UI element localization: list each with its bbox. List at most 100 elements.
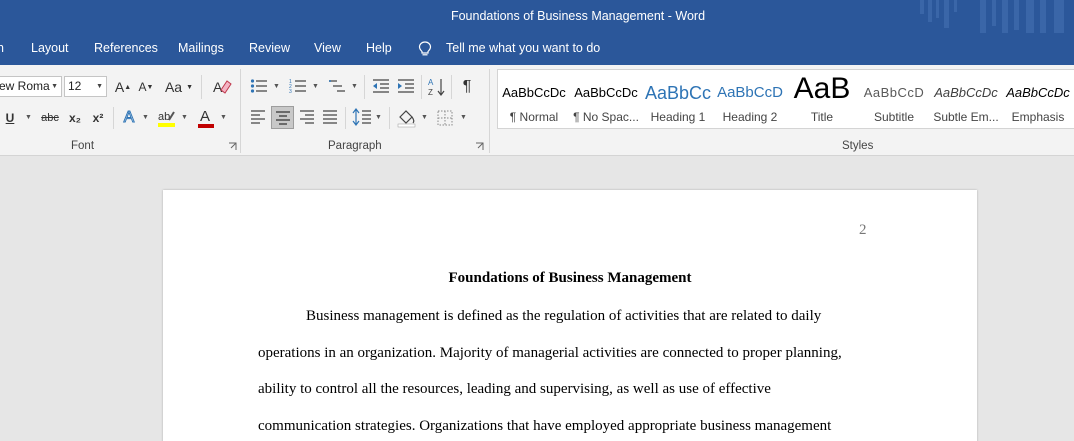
chevron-down-icon[interactable]: ▼ (351, 83, 358, 90)
change-case-button[interactable]: Aa ▼ (164, 77, 194, 97)
chevron-down-icon[interactable]: ▼ (220, 114, 227, 121)
align-center-button[interactable] (271, 106, 294, 129)
grow-font-button[interactable]: A ▲ (114, 77, 132, 97)
strikethrough-button[interactable]: abc (39, 108, 61, 128)
style-name: ¶ No Spac... (573, 110, 639, 124)
style-preview: AaBbCc (644, 83, 712, 103)
group-divider (240, 69, 241, 153)
style-subtle-emphasis[interactable]: AaBbCcDc Subtle Em... (930, 70, 1002, 128)
decrease-indent-icon[interactable] (372, 78, 390, 94)
style-heading-2[interactable]: AaBbCcD Heading 2 (714, 70, 786, 128)
multilevel-list-icon[interactable] (328, 78, 346, 94)
ribbon: ew Roma ▼ 12 ▼ A ▲ A ▼ Aa ▼ A U ▼ abc x₂ x² A… (0, 65, 1074, 156)
divider (389, 107, 390, 129)
grow-font-label: A (114, 79, 125, 95)
style-title[interactable]: AaB Title (786, 70, 858, 128)
style-name: Emphasis (1011, 110, 1065, 124)
chevron-down-icon[interactable]: ▼ (96, 77, 103, 96)
divider (364, 75, 365, 99)
sort-icon[interactable]: A Z (428, 77, 446, 97)
justify-icon[interactable] (322, 110, 338, 124)
style-preview: AaB (793, 72, 851, 105)
shrink-font-label: A (138, 80, 147, 94)
style-name: Heading 1 (650, 110, 706, 124)
chevron-down-icon[interactable]: ▼ (312, 83, 319, 90)
style-preview: AaBbCcDc (502, 85, 566, 100)
ribbon-tabs: n Layout References Mailings Review View… (0, 33, 1074, 65)
dialog-launcher-icon[interactable] (228, 142, 237, 151)
style-name: Title (810, 110, 834, 124)
align-center-icon (276, 111, 290, 125)
chevron-down-icon[interactable]: ▼ (273, 83, 280, 90)
svg-text:3: 3 (289, 89, 292, 94)
chevron-down-icon[interactable]: ▼ (460, 114, 467, 121)
group-divider (489, 69, 490, 153)
subscript-button[interactable]: x₂ (66, 108, 84, 128)
shrink-font-button[interactable]: A ▼ (137, 77, 155, 97)
clear-formatting-icon[interactable]: A (212, 78, 232, 96)
tab-review[interactable]: Review (249, 33, 290, 65)
show-formatting-marks-button[interactable]: ¶ (458, 77, 476, 97)
text-effects-button[interactable]: A (120, 108, 138, 128)
numbering-icon[interactable]: 1 2 3 (289, 78, 307, 94)
dialog-launcher-icon[interactable] (475, 142, 484, 151)
style-preview: AaBbCcDc (1006, 85, 1070, 100)
font-size-combo[interactable]: 12 ▼ (64, 76, 107, 97)
tab-design[interactable]: n (0, 33, 4, 65)
style-preview: AaBbCcD (717, 84, 783, 101)
style-heading-1[interactable]: AaBbCc Heading 1 (642, 70, 714, 128)
underline-button[interactable]: U (4, 108, 16, 128)
superscript-button[interactable]: x² (89, 108, 107, 128)
caret-down-icon: ▼ (146, 83, 154, 91)
style-preview: AaBbCcD (863, 85, 925, 100)
svg-text:A: A (428, 78, 434, 87)
line-spacing-icon[interactable] (352, 108, 372, 126)
style-preview: AaBbCcDc (934, 85, 998, 100)
shading-icon[interactable] (397, 108, 417, 128)
borders-icon[interactable] (437, 110, 453, 126)
style-name: ¶ Normal (509, 110, 559, 124)
font-size-value: 12 (68, 79, 82, 93)
document-title: Foundations of Business Management (448, 270, 692, 286)
chevron-down-icon[interactable]: ▼ (421, 114, 428, 121)
document-canvas[interactable]: 2 Foundations of Business Management Bus… (0, 156, 1074, 441)
styles-group-label: Styles (842, 140, 874, 152)
increase-indent-icon[interactable] (397, 78, 415, 94)
title-bar: Foundations of Business Management - Wor… (0, 0, 1074, 33)
caret-up-icon: ▲ (124, 83, 132, 91)
highlighter-icon[interactable]: ab (157, 108, 177, 128)
svg-text:ab: ab (158, 111, 170, 123)
font-name-combo[interactable]: ew Roma ▼ (0, 76, 62, 97)
tab-references[interactable]: References (94, 33, 158, 65)
divider (201, 75, 202, 99)
change-case-label: Aa (164, 79, 183, 95)
svg-text:A: A (213, 79, 223, 95)
bullets-icon[interactable] (250, 78, 268, 94)
superscript-label: x² (92, 111, 104, 125)
style-normal[interactable]: AaBbCcDc ¶ Normal (498, 70, 570, 128)
style-no-spacing[interactable]: AaBbCcDc ¶ No Spac... (570, 70, 642, 128)
font-color-button[interactable]: A (197, 108, 215, 128)
align-left-icon[interactable] (250, 110, 266, 124)
style-emphasis[interactable]: AaBbCcDc Emphasis (1002, 70, 1074, 128)
tab-view[interactable]: View (314, 33, 341, 65)
chevron-down-icon[interactable]: ▼ (51, 77, 58, 96)
window-title: Foundations of Business Management - Wor… (450, 9, 706, 23)
chevron-down-icon[interactable]: ▼ (142, 114, 149, 121)
chevron-down-icon[interactable]: ▼ (375, 114, 382, 121)
tab-help[interactable]: Help (366, 33, 392, 65)
divider (451, 75, 452, 99)
style-name: Subtle Em... (933, 110, 999, 124)
chevron-down-icon[interactable]: ▼ (25, 114, 32, 121)
title-bar-decoration (920, 0, 1064, 33)
chevron-down-icon: ▼ (186, 83, 194, 91)
style-subtitle[interactable]: AaBbCcD Subtitle (858, 70, 930, 128)
chevron-down-icon[interactable]: ▼ (181, 114, 188, 121)
underline-label: U (5, 111, 15, 125)
paragraph-line: ability to control all the resources, le… (258, 381, 771, 397)
tab-layout[interactable]: Layout (31, 33, 69, 65)
align-right-icon[interactable] (299, 110, 315, 124)
tab-mailings[interactable]: Mailings (178, 33, 224, 65)
divider (113, 107, 114, 129)
document-page[interactable]: 2 Foundations of Business Management Bus… (163, 190, 977, 441)
